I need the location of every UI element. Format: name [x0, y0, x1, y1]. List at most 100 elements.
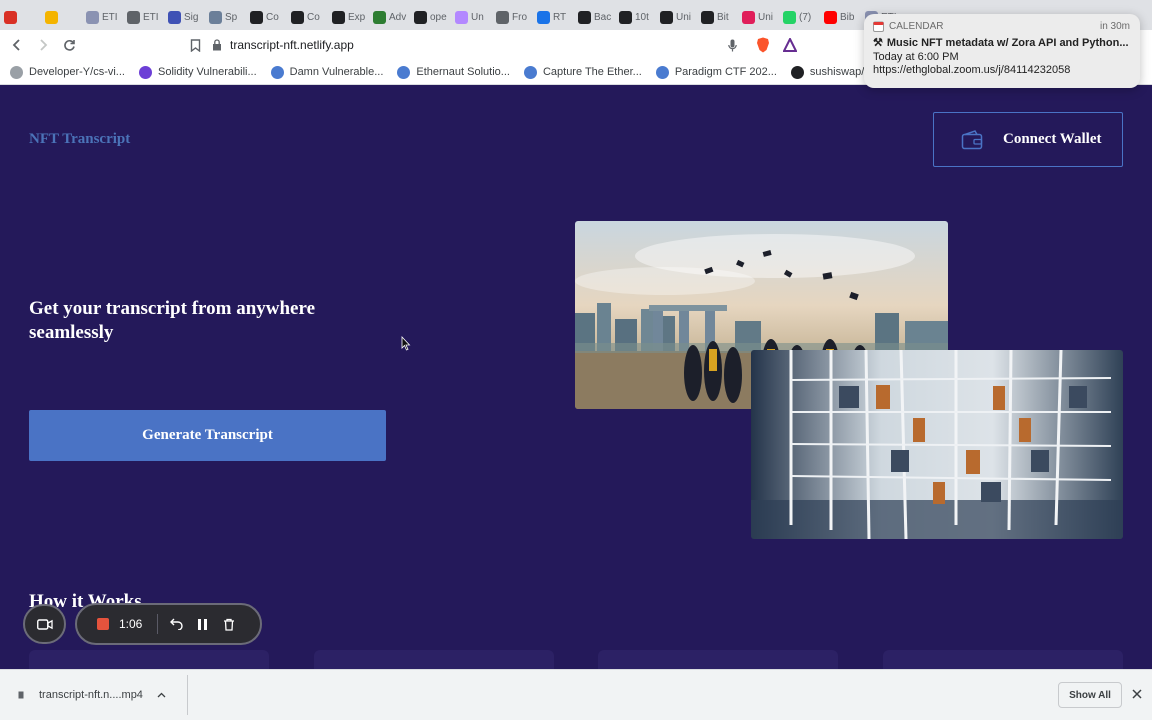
browser-tab[interactable]: Bac	[578, 5, 619, 29]
bookmark-label: Damn Vulnerable...	[289, 66, 384, 78]
tab-label: Un	[471, 11, 484, 23]
browser-tab[interactable]: Co	[291, 5, 332, 29]
tab-label: ETI	[143, 11, 159, 23]
dvd-icon	[270, 65, 284, 79]
eth-icon	[86, 10, 99, 24]
step-card	[29, 650, 269, 669]
browser-tab[interactable]: Bit	[701, 5, 742, 29]
globe-icon	[10, 65, 23, 79]
show-all-button[interactable]: Show All	[1058, 682, 1122, 708]
dvd-icon	[397, 65, 411, 79]
brave-shield-icon[interactable]	[756, 37, 770, 53]
library-image	[751, 350, 1123, 539]
wolf-icon	[660, 10, 673, 24]
dvd-icon	[523, 65, 537, 79]
generate-transcript-label: Generate Transcript	[142, 427, 273, 443]
tools-icon: ⚒	[873, 37, 883, 49]
lock-icon	[213, 39, 221, 51]
calendar-notification[interactable]: CALENDAR in 30m ⚒ Music NFT metadata w/ …	[864, 14, 1140, 88]
wolf-icon	[701, 10, 714, 24]
address-bar[interactable]: transcript-nft.netlify.app	[212, 33, 750, 57]
browser-tab[interactable]: Un	[455, 5, 496, 29]
generate-transcript-button[interactable]: Generate Transcript	[29, 410, 386, 461]
connect-wallet-label: Connect Wallet	[1003, 131, 1102, 147]
ship-icon	[209, 10, 222, 24]
browser-tab[interactable]	[4, 5, 45, 29]
paradigm-icon	[578, 10, 591, 24]
browser-tab[interactable]: Sp	[209, 5, 250, 29]
bookmark-item[interactable]: Capture The Ether...	[523, 65, 642, 79]
restart-icon[interactable]	[170, 618, 184, 630]
tab-label: RT	[553, 11, 567, 23]
camera-toggle-button[interactable]	[23, 604, 66, 644]
chevron-up-icon[interactable]	[157, 692, 166, 698]
browser-tab[interactable]: Uni	[742, 5, 783, 29]
browser-tab[interactable]	[45, 5, 86, 29]
browser-tab[interactable]: ope	[414, 5, 455, 29]
step-card	[314, 650, 554, 669]
bookmark-item[interactable]: Damn Vulnerable...	[270, 65, 384, 79]
bookmark-item[interactable]: Ethernaut Solutio...	[397, 65, 510, 79]
video-camera-icon	[36, 618, 53, 630]
site-logo-text[interactable]: NFT Transcript	[29, 131, 130, 148]
bookmark-item[interactable]: Developer-Y/cs-vi...	[10, 65, 125, 79]
file-icon	[18, 691, 24, 699]
unicorn-icon	[455, 10, 468, 24]
browser-tab[interactable]: ETI	[86, 5, 127, 29]
notification-app: CALENDAR	[889, 21, 944, 32]
notion-icon	[250, 10, 263, 24]
gmail-icon	[4, 10, 17, 24]
trash-icon[interactable]	[223, 618, 235, 631]
recording-controls: 1:06	[75, 603, 262, 645]
download-filename: transcript-nft.n....mp4	[39, 689, 143, 701]
whatsapp-icon	[783, 10, 796, 24]
pause-icon[interactable]	[198, 618, 207, 630]
bookmark-icon[interactable]	[182, 32, 208, 58]
slack-icon	[742, 10, 755, 24]
tab-label: Adv	[389, 11, 407, 23]
browser-tab[interactable]: RT	[537, 5, 578, 29]
bookmark-label: Solidity Vulnerabili...	[157, 66, 257, 78]
downloads-bar: transcript-nft.n....mp4 Show All	[0, 669, 1152, 720]
browser-tab[interactable]: Adv	[373, 5, 414, 29]
tab-label: Co	[266, 11, 279, 23]
bookmark-label: Developer-Y/cs-vi...	[29, 66, 125, 78]
tab-label: Exp	[348, 11, 366, 23]
forward-icon[interactable]	[30, 32, 56, 58]
browser-tab[interactable]: Sig	[168, 5, 209, 29]
tab-label: Co	[307, 11, 320, 23]
browser-tab[interactable]: Fro	[496, 5, 537, 29]
u-icon	[168, 10, 181, 24]
browser-tab[interactable]: (7)	[783, 5, 824, 29]
browser-tab[interactable]: Uni	[660, 5, 701, 29]
browser-tab[interactable]: Bib	[824, 5, 865, 29]
browser-tab[interactable]: Co	[250, 5, 291, 29]
calendar-icon	[873, 21, 884, 32]
bookmark-label: Paradigm CTF 202...	[674, 66, 777, 78]
connect-wallet-button[interactable]: Connect Wallet	[933, 112, 1123, 167]
back-icon[interactable]	[4, 32, 30, 58]
bookmark-item[interactable]: Solidity Vulnerabili...	[138, 65, 257, 79]
browser-tab[interactable]: ETI	[127, 5, 168, 29]
bookmark-item[interactable]: Paradigm CTF 202...	[655, 65, 777, 79]
youtube-icon	[824, 10, 837, 24]
brave-rewards-icon[interactable]	[782, 36, 798, 52]
show-all-label: Show All	[1069, 689, 1111, 701]
paradigm-icon	[619, 10, 632, 24]
download-item[interactable]: transcript-nft.n....mp4	[18, 675, 188, 715]
ex-icon	[332, 10, 345, 24]
notification-time: in 30m	[1099, 21, 1130, 32]
stop-recording-button[interactable]	[97, 618, 109, 630]
dvd-icon	[655, 65, 669, 79]
browser-tab[interactable]: 10t	[619, 5, 660, 29]
reload-icon[interactable]	[56, 32, 82, 58]
tab-label: Bit	[717, 11, 729, 23]
notification-link[interactable]: https://ethglobal.zoom.us/j/84114232058	[873, 64, 1130, 76]
github-icon	[790, 65, 804, 79]
browser-tab[interactable]: Exp	[332, 5, 373, 29]
mic-icon[interactable]	[728, 39, 737, 52]
globe-icon	[127, 10, 140, 24]
rt-icon	[537, 10, 550, 24]
close-icon[interactable]	[1132, 689, 1142, 702]
step-card	[883, 650, 1123, 669]
